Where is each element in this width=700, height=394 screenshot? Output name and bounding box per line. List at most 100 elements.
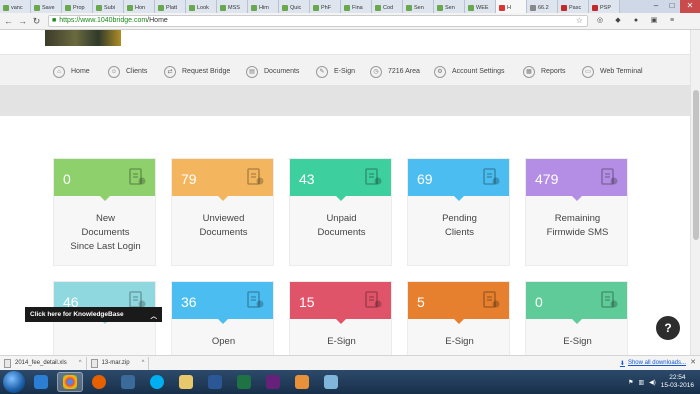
stat-card[interactable]: 69 Pending Clients [407,158,510,266]
volume-icon[interactable]: ◀) [649,379,656,386]
nav-item-request-bridge[interactable]: ⇄ Request Bridge [164,65,230,78]
download-shelf: 2014_fee_detail.xls ^ 13-mar.zip ^ ⬇ Sho… [0,355,700,370]
download-item[interactable]: 13-mar.zip ^ [87,356,150,370]
browser-tab[interactable]: Him [248,0,279,13]
browser-tab[interactable]: PSP [589,0,620,13]
stat-card-header: 15 [290,282,391,324]
minimize-button[interactable]: – [648,0,664,13]
extension-glasses-icon[interactable]: ◎ [594,16,606,26]
knowledgebase-bar[interactable]: Click here for KnowledgeBase ︿ [25,307,162,322]
stat-card-label: E-Sign [445,336,474,347]
browser-tab[interactable]: H [496,0,527,13]
help-chat-button[interactable]: ? [656,316,680,340]
browser-tab[interactable]: Pasc [558,0,589,13]
users-icon [481,168,501,186]
browser-tab[interactable]: Cod [372,0,403,13]
stat-card[interactable]: 0 E-Sign [525,281,628,355]
network-icon[interactable]: ▥ [638,379,644,386]
stat-card[interactable]: 5 E-Sign [407,281,510,355]
knowledgebase-label: Click here for KnowledgeBase [30,311,124,318]
browser-tab[interactable]: 66.2 [527,0,558,13]
nav-item-documents[interactable]: ▤ Documents [246,65,299,78]
stat-card[interactable]: 0 New Documents Since Last Login [53,158,156,266]
tab-label: Save [42,4,55,11]
close-window-button[interactable]: ✕ [680,0,700,13]
browser-tab[interactable]: Fina [341,0,372,13]
stat-card-header: 79 [172,159,273,201]
browser-tab[interactable]: Prop [62,0,93,13]
browser-tab[interactable]: Quic [279,0,310,13]
stat-card-label: Unpaid Documents [317,213,366,238]
window-controls: – □ ✕ [648,0,700,13]
browser-tab[interactable]: WEE [465,0,496,13]
nav-item-home[interactable]: ⌂ Home [53,65,90,78]
nav-item-clients[interactable]: ☺ Clients [108,65,147,78]
nav-item-web-terminal[interactable]: ▭ Web Terminal [582,65,643,78]
extension-circle-icon[interactable]: ● [630,16,642,26]
tab-label: Fina [352,4,363,11]
taskbar-app[interactable] [289,372,315,392]
browser-tab[interactable]: Look [186,0,217,13]
download-item[interactable]: 2014_fee_detail.xls ^ [0,356,87,370]
stat-card-header: 69 [408,159,509,201]
browser-tab[interactable]: vanc [0,0,31,13]
taskbar-firefox[interactable] [86,372,112,392]
forward-arrow-icon[interactable]: → [17,16,28,27]
stat-card[interactable]: 43 Unpaid Documents [289,158,392,266]
maximize-button[interactable]: □ [664,0,680,13]
chrome-icon [63,375,77,389]
stat-card[interactable]: 36 Open [171,281,274,355]
taskbar-excel[interactable] [231,372,257,392]
scrollbar-thumb[interactable] [693,90,699,240]
stat-card[interactable]: 15 E-Sign [289,281,392,355]
start-button[interactable] [3,371,25,393]
browser-tab[interactable]: Sen [434,0,465,13]
chevron-up-icon[interactable]: ^ [79,360,82,366]
stat-card[interactable]: 79 Unviewed Documents [171,158,274,266]
taskbar-app[interactable] [115,372,141,392]
url-host: https://www.1040bridge.com [59,17,148,24]
browser-tab[interactable]: Save [31,0,62,13]
close-shelf-icon[interactable]: ✕ [690,358,696,366]
extension-square-icon[interactable]: ▣ [648,16,660,26]
clients-icon: ☺ [108,65,120,78]
site-logo[interactable] [45,30,121,46]
chrome-menu-icon[interactable]: ≡ [666,16,678,26]
nav-item-7216-area[interactable]: ◷ 7216 Area [370,65,420,78]
flag-icon[interactable]: ⚑ [628,379,633,386]
nav-item-account-settings[interactable]: ⚙ Account Settings [434,65,505,78]
browser-tab[interactable]: Hon [124,0,155,13]
url-input[interactable]: ■ https://www.1040bridge.com/Home ☆ [48,15,588,27]
show-all-downloads-link[interactable]: ⬇ Show all downloads... [620,360,686,367]
lock-icon: ■ [52,17,57,24]
bookmark-star-icon[interactable]: ☆ [576,16,583,26]
page-scrollbar[interactable] [690,30,700,355]
taskbar-explorer[interactable] [173,372,199,392]
stat-card[interactable]: 479 Remaining Firmwide SMS [525,158,628,266]
back-arrow-icon[interactable]: ← [3,16,14,27]
tab-favicon-icon [189,4,195,11]
taskbar-app[interactable] [318,372,344,392]
taskbar-word[interactable] [202,372,228,392]
stat-card-header: 43 [290,159,391,201]
extension-shield-icon[interactable]: ◆ [612,16,624,26]
taskbar-ie[interactable] [28,372,54,392]
app-icon [324,375,338,389]
stat-card-value: 5 [417,294,425,310]
reload-icon[interactable]: ↻ [31,16,42,27]
taskbar-chrome[interactable] [57,372,83,392]
chevron-up-icon[interactable]: ^ [142,360,145,366]
browser-tab[interactable]: MSS [217,0,248,13]
taskbar-skype[interactable] [144,372,170,392]
umbrella-stand-icon [245,291,265,309]
browser-tab[interactable]: PhF [310,0,341,13]
taskbar-visual-studio[interactable] [260,372,286,392]
nav-item-reports[interactable]: ▦ Reports [523,65,566,78]
browser-tab[interactable]: Sen [403,0,434,13]
browser-tab[interactable]: Platt [155,0,186,13]
clock[interactable]: 22:54 15-03-2016 [661,374,694,390]
nav-item-e-sign[interactable]: ✎ E-Sign [316,65,355,78]
excel-icon [237,375,251,389]
stat-card-label: E-Sign [327,336,356,347]
browser-tab[interactable]: Subi [93,0,124,13]
